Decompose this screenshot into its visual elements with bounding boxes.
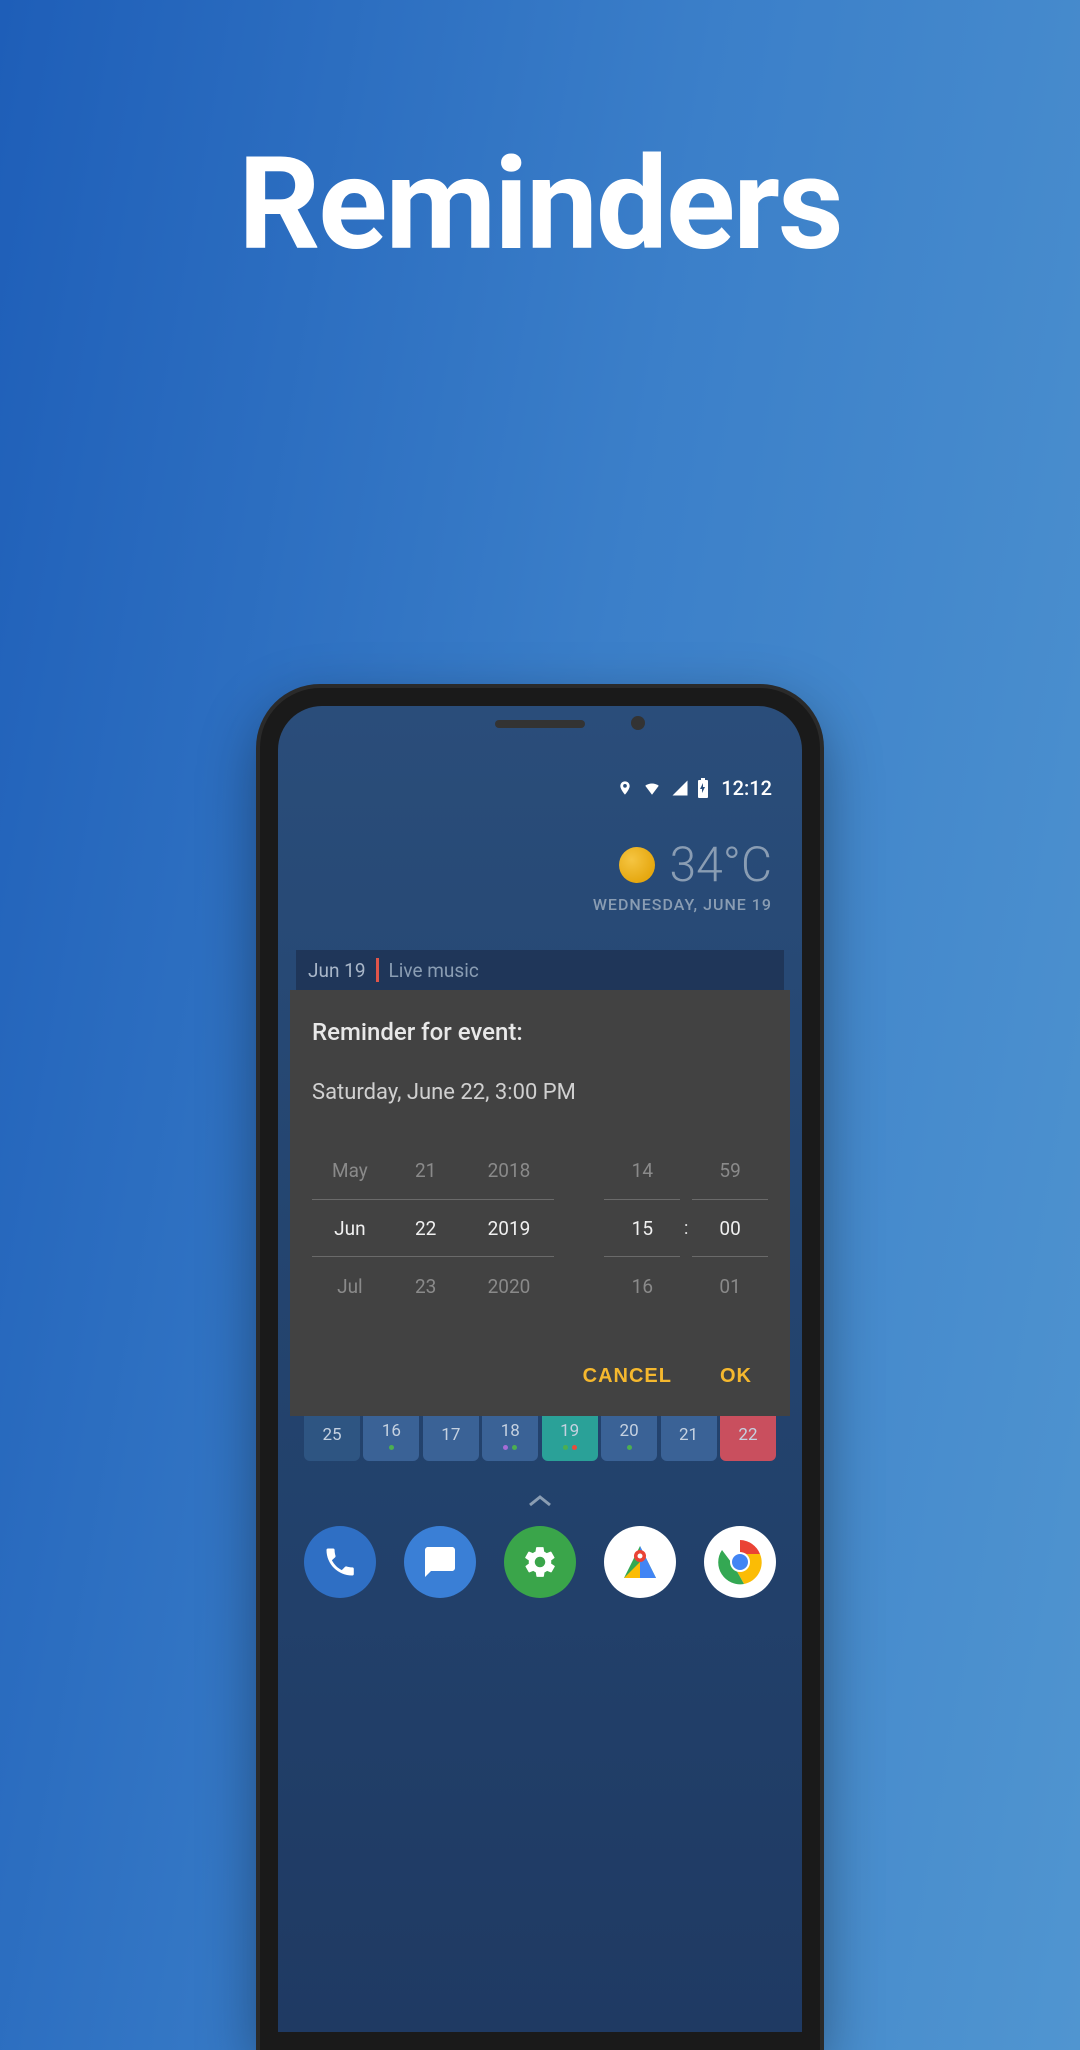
hour-next[interactable]: 16 (604, 1257, 680, 1315)
event-bar[interactable]: Jun 19 Live music (296, 950, 784, 990)
messages-app-icon[interactable] (404, 1526, 476, 1598)
month-picker[interactable]: May Jun Jul (312, 1141, 388, 1315)
minute-picker[interactable]: 59 00 01 (692, 1141, 768, 1315)
wifi-icon (641, 779, 663, 797)
calendar-day-number: 21 (679, 1425, 698, 1445)
year-selected[interactable]: 2019 (464, 1199, 555, 1257)
event-dots (389, 1445, 394, 1450)
weather-temp: 34°C (669, 836, 772, 893)
location-icon (617, 778, 633, 798)
month-prev[interactable]: May (312, 1141, 388, 1199)
calendar-day-number: 16 (382, 1421, 401, 1441)
status-bar: 12:12 (617, 776, 772, 800)
day-prev[interactable]: 21 (388, 1141, 464, 1199)
hour-prev[interactable]: 14 (604, 1141, 680, 1199)
signal-icon (671, 779, 689, 797)
phone-screen: 12:12 34°C WEDNESDAY, JUNE 19 Jun 19 Liv… (278, 706, 802, 2032)
calendar-cell[interactable]: 21 (661, 1409, 717, 1461)
dialog-subtitle: Saturday, June 22, 3:00 PM (312, 1080, 768, 1105)
status-time: 12:12 (721, 776, 772, 800)
hour-picker[interactable]: 14 15 16 (604, 1141, 680, 1315)
month-next[interactable]: Jul (312, 1257, 388, 1315)
day-picker[interactable]: 21 22 23 (388, 1141, 464, 1315)
calendar-day-number: 19 (560, 1421, 579, 1441)
calendar-cell[interactable]: 19 (542, 1409, 598, 1461)
calendar-day-number: 18 (501, 1421, 520, 1441)
dock (304, 1526, 776, 1598)
calendar-cell[interactable]: 16 (363, 1409, 419, 1461)
year-picker[interactable]: 2018 2019 2020 (464, 1141, 555, 1315)
calendar-cell[interactable]: 25 (304, 1409, 360, 1461)
calendar-day-number: 20 (620, 1421, 639, 1441)
sun-icon (619, 847, 655, 883)
calendar-cell[interactable]: 22 (720, 1409, 776, 1461)
chrome-app-icon[interactable] (704, 1526, 776, 1598)
minute-selected[interactable]: 00 (692, 1199, 768, 1257)
calendar-day-number: 22 (738, 1425, 757, 1445)
dialog-actions: CANCEL OK (312, 1355, 768, 1398)
calendar-day-number: 17 (441, 1425, 460, 1445)
minute-prev[interactable]: 59 (692, 1141, 768, 1199)
event-dots (563, 1445, 577, 1450)
hour-selected[interactable]: 15 (604, 1199, 680, 1257)
minute-next[interactable]: 01 (692, 1257, 768, 1315)
reminder-dialog: Reminder for event: Saturday, June 22, 3… (290, 990, 790, 1416)
time-colon: : (680, 1218, 692, 1239)
phone-frame: 12:12 34°C WEDNESDAY, JUNE 19 Jun 19 Liv… (260, 688, 820, 2050)
phone-app-icon[interactable] (304, 1526, 376, 1598)
maps-app-icon[interactable] (604, 1526, 676, 1598)
ok-button[interactable]: OK (714, 1355, 758, 1398)
weather-widget[interactable]: 34°C WEDNESDAY, JUNE 19 (593, 836, 772, 914)
calendar-cell[interactable]: 17 (423, 1409, 479, 1461)
calendar-day-number: 25 (322, 1425, 341, 1445)
event-dots (627, 1445, 632, 1450)
page-title: Reminders (0, 130, 1080, 280)
calendar-cell[interactable]: 20 (601, 1409, 657, 1461)
calendar-cell[interactable]: 18 (482, 1409, 538, 1461)
month-selected[interactable]: Jun (312, 1199, 388, 1257)
settings-app-icon[interactable] (504, 1526, 576, 1598)
year-prev[interactable]: 2018 (464, 1141, 555, 1199)
phone-camera (631, 716, 645, 730)
drawer-handle-icon[interactable] (526, 1486, 554, 1516)
phone-speaker (495, 720, 585, 728)
event-divider (376, 958, 379, 982)
event-title: Live music (389, 959, 479, 982)
weather-date: WEDNESDAY, JUNE 19 (593, 895, 772, 914)
cancel-button[interactable]: CANCEL (577, 1355, 678, 1398)
day-next[interactable]: 23 (388, 1257, 464, 1315)
battery-charging-icon (697, 778, 709, 798)
date-time-picker[interactable]: May Jun Jul 21 22 23 2018 2019 2020 14 (312, 1141, 768, 1315)
event-date: Jun 19 (308, 959, 366, 982)
event-dots (503, 1445, 517, 1450)
year-next[interactable]: 2020 (464, 1257, 555, 1315)
dialog-title: Reminder for event: (312, 1018, 768, 1046)
calendar-row: 25 16 17 18 19 20 21 22 (304, 1409, 776, 1461)
day-selected[interactable]: 22 (388, 1199, 464, 1257)
